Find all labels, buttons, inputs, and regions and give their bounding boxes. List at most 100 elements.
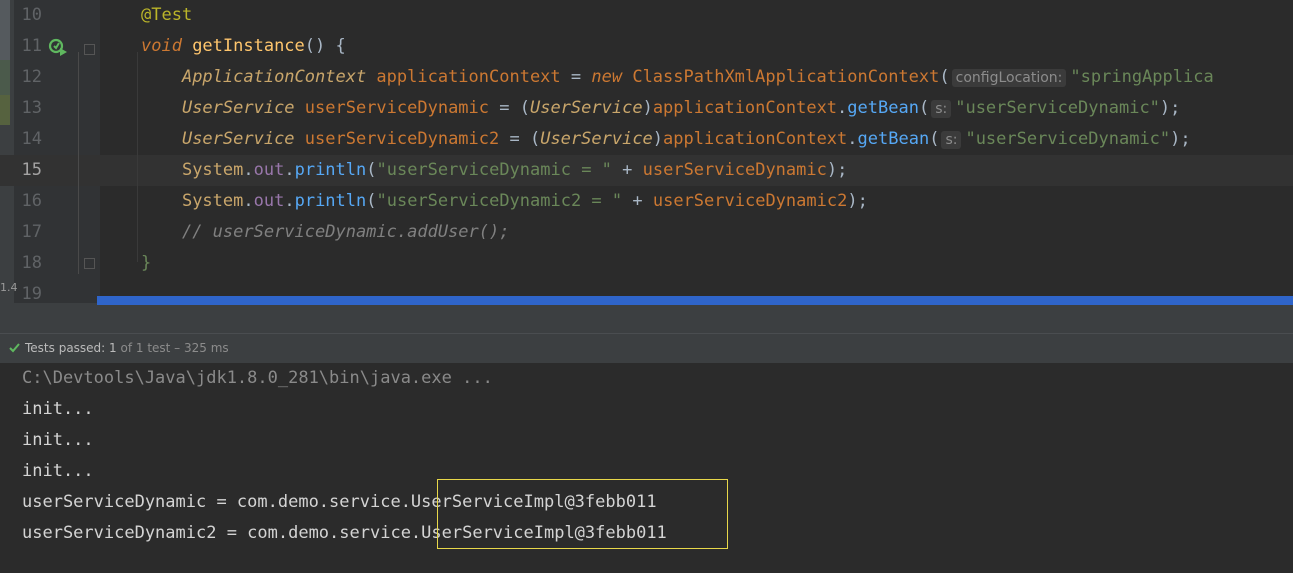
tests-passed-count: 1 bbox=[109, 341, 117, 355]
check-icon bbox=[9, 343, 20, 353]
code-token: ApplicationContext bbox=[181, 67, 377, 87]
code-token: ); bbox=[847, 191, 868, 211]
code-token: . bbox=[847, 129, 858, 149]
code-token: ( bbox=[929, 129, 940, 149]
code-token: println bbox=[294, 160, 367, 180]
indent-guide bbox=[137, 52, 138, 262]
parameter-hint: s: bbox=[941, 131, 962, 149]
code-token: UserService bbox=[529, 98, 643, 118]
code-token: getBean bbox=[847, 98, 919, 118]
code-token: UserService bbox=[540, 129, 653, 149]
code-editor[interactable]: 10 @Test 11 void getInstance() {12 Applicat… bbox=[0, 0, 1293, 303]
code-text: // userServiceDynamic.addUser(); bbox=[141, 217, 510, 248]
code-token: ( bbox=[939, 67, 950, 87]
code-token: userServiceDynamic bbox=[304, 98, 500, 118]
code-token: ( bbox=[918, 98, 930, 118]
highlight-box bbox=[437, 479, 728, 549]
code-text: void getInstance() { bbox=[141, 31, 346, 62]
code-token: userServiceDynamic2 bbox=[652, 191, 848, 211]
tool-window-header bbox=[0, 303, 1293, 333]
line-number: 19 bbox=[21, 284, 42, 303]
code-token: UserService bbox=[181, 98, 305, 118]
code-token: ) bbox=[652, 129, 664, 149]
code-text: System.out.println("userServiceDynamic =… bbox=[141, 155, 847, 186]
line-number: 17 bbox=[21, 222, 42, 242]
code-token: System bbox=[181, 160, 244, 180]
code-line[interactable]: 11 void getInstance() { bbox=[0, 31, 1293, 62]
fold-marker-icon[interactable] bbox=[84, 44, 95, 55]
code-token: System bbox=[181, 191, 244, 211]
code-token: applicationContext bbox=[652, 98, 838, 118]
code-token: ); bbox=[1159, 98, 1181, 118]
line-number: 11 bbox=[21, 36, 42, 56]
code-token: userServiceDynamic2 bbox=[304, 129, 510, 149]
code-text: } bbox=[141, 248, 151, 279]
code-token: "userServiceDynamic" bbox=[955, 98, 1160, 118]
fold-marker-icon[interactable] bbox=[84, 258, 95, 269]
code-token: applicationContext bbox=[376, 67, 571, 87]
tests-passed-text: Tests passed: 1 of 1 test – 325 ms bbox=[25, 341, 229, 355]
fold-guide-line bbox=[78, 52, 79, 274]
code-line[interactable]: 16 System.out.println("userServiceDynami… bbox=[0, 186, 1293, 217]
code-token: + bbox=[632, 191, 653, 211]
code-token: applicationContext bbox=[663, 129, 848, 149]
code-token: . bbox=[243, 160, 254, 180]
code-token: . bbox=[284, 160, 295, 180]
run-test-icon[interactable] bbox=[48, 38, 70, 60]
line-number: 12 bbox=[21, 67, 42, 87]
code-token: + bbox=[622, 160, 643, 180]
code-token: = bbox=[570, 67, 592, 87]
code-line[interactable]: 10 @Test bbox=[0, 0, 1293, 31]
code-token: ); bbox=[1170, 129, 1191, 149]
parameter-hint: configLocation: bbox=[951, 69, 1067, 87]
console-line: init... bbox=[22, 399, 94, 419]
code-token: out bbox=[253, 160, 285, 180]
line-number: 18 bbox=[21, 253, 42, 273]
code-text: ApplicationContext applicationContext = … bbox=[141, 62, 1214, 94]
code-token: = ( bbox=[499, 98, 530, 118]
code-token: } bbox=[141, 253, 152, 273]
code-token: // userServiceDynamic.addUser(); bbox=[181, 222, 510, 242]
code-token: "userServiceDynamic2 = " bbox=[376, 191, 633, 211]
code-line[interactable]: 14 UserService userServiceDynamic2 = (Us… bbox=[0, 124, 1293, 155]
left-cropped-text: 1.4 bbox=[0, 281, 18, 294]
test-status-bar: Tests passed: 1 of 1 test – 325 ms bbox=[0, 333, 1293, 364]
code-token: getBean bbox=[857, 129, 930, 149]
code-token: ( bbox=[366, 160, 377, 180]
code-line[interactable]: 18} bbox=[0, 248, 1293, 279]
code-token: UserService bbox=[181, 129, 305, 149]
code-token: "springApplica bbox=[1070, 67, 1214, 87]
line-number: 13 bbox=[21, 98, 42, 118]
code-token: out bbox=[253, 191, 285, 211]
code-token: getInstance bbox=[192, 36, 305, 56]
editor-caret-highlight-bar bbox=[97, 296, 1293, 305]
code-line[interactable]: 15 System.out.println("userServiceDynami… bbox=[0, 155, 1293, 186]
code-text: UserService userServiceDynamic2 = (UserS… bbox=[141, 124, 1191, 156]
code-token: . bbox=[837, 98, 848, 118]
code-text: System.out.println("userServiceDynamic2 … bbox=[141, 186, 868, 217]
tests-passed-label: Tests passed: bbox=[25, 341, 110, 355]
line-number: 16 bbox=[21, 191, 42, 211]
code-token: "userServiceDynamic" bbox=[965, 129, 1171, 149]
console-line: init... bbox=[22, 461, 94, 481]
code-text: @Test bbox=[141, 0, 192, 31]
code-token: ( bbox=[366, 191, 377, 211]
code-token: @Test bbox=[141, 5, 193, 25]
code-token: ) bbox=[642, 98, 653, 118]
code-token: void bbox=[141, 36, 193, 56]
code-line[interactable]: 12 ApplicationContext applicationContext… bbox=[0, 62, 1293, 93]
code-token: = ( bbox=[509, 129, 541, 149]
code-token: () { bbox=[304, 36, 346, 56]
code-text: UserService userServiceDynamic = (UserSe… bbox=[141, 93, 1180, 125]
tests-passed-detail: of 1 test – 325 ms bbox=[116, 341, 229, 355]
code-line[interactable]: 17 // userServiceDynamic.addUser(); bbox=[0, 217, 1293, 248]
code-line[interactable]: 13 UserService userServiceDynamic = (Use… bbox=[0, 93, 1293, 124]
line-number: 14 bbox=[21, 129, 42, 149]
code-token: "userServiceDynamic = " bbox=[376, 160, 623, 180]
line-number: 10 bbox=[21, 5, 42, 25]
